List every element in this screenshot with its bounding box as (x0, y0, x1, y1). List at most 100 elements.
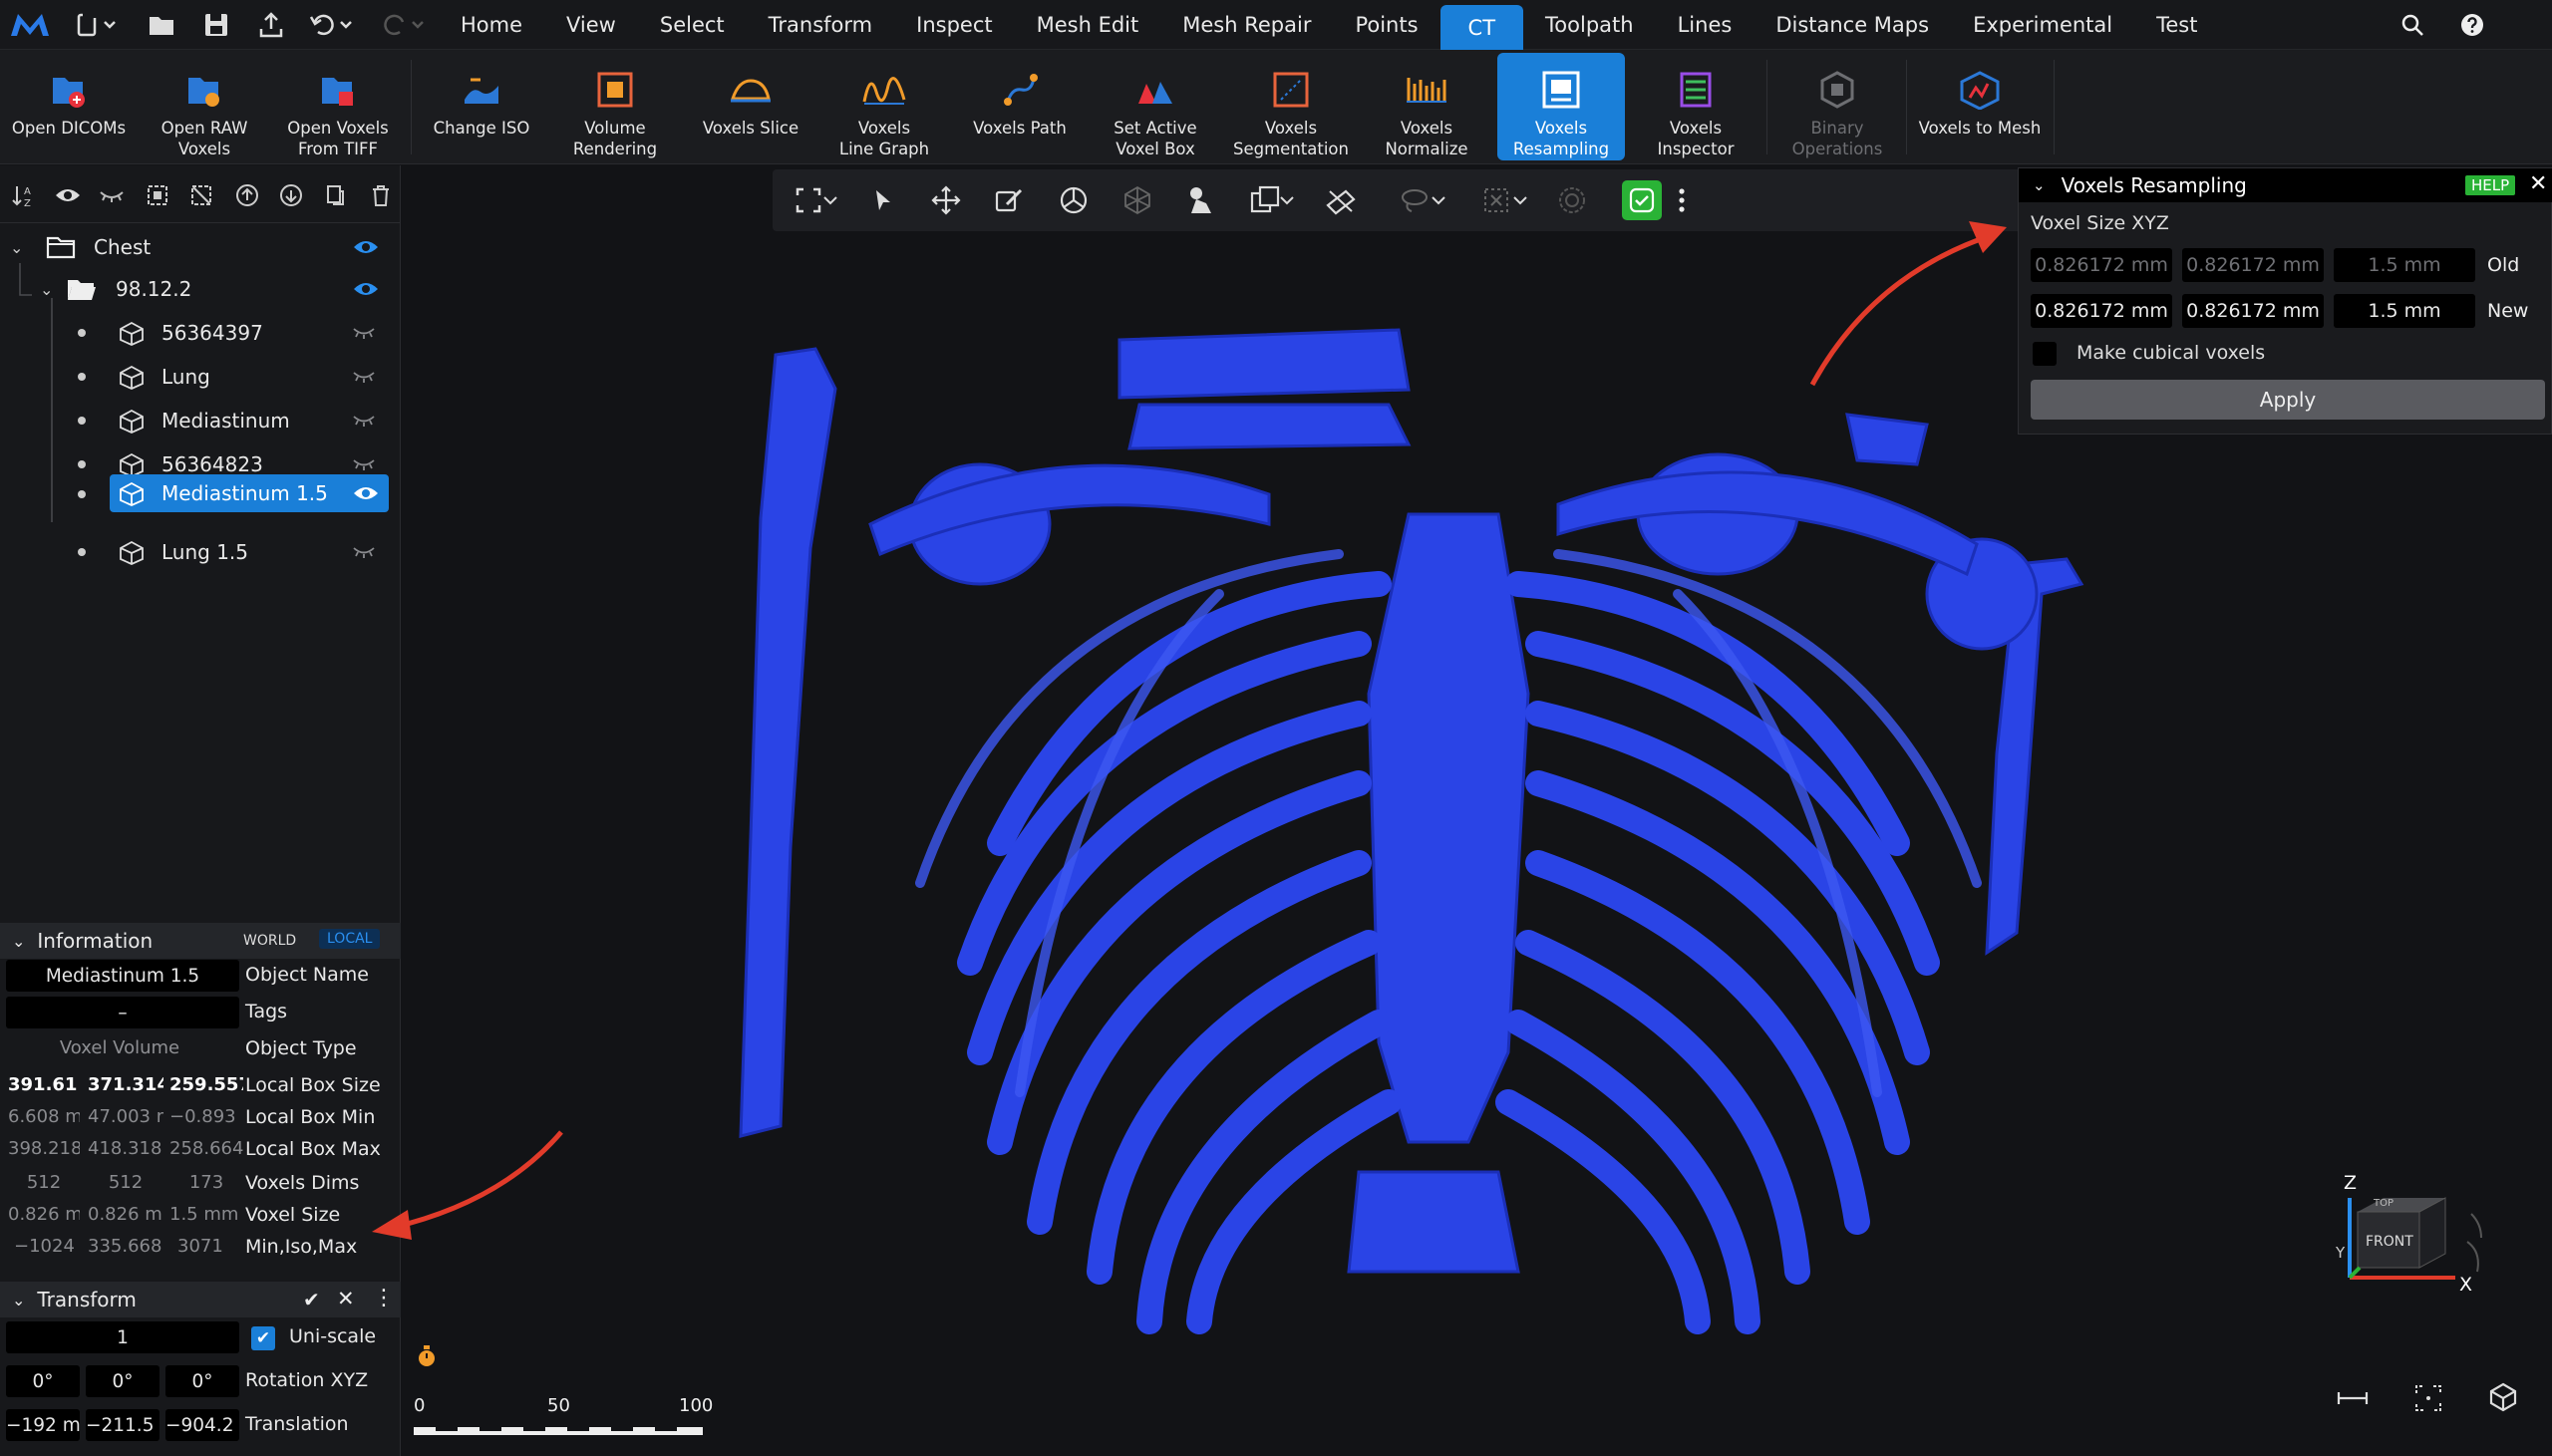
tree-item-chest[interactable]: ⌄ Chest (10, 227, 394, 267)
chevron-down-icon[interactable]: ⌄ (10, 238, 30, 257)
show-all-icon[interactable] (54, 181, 82, 209)
pointer-icon[interactable] (864, 182, 900, 218)
move-icon[interactable] (928, 182, 964, 218)
help-icon[interactable] (2457, 10, 2487, 40)
new-file-icon[interactable] (72, 10, 122, 40)
apply-button[interactable]: Apply (2031, 380, 2545, 420)
new-voxel-size-z[interactable]: 1.5 mm (2334, 294, 2475, 328)
redo-icon[interactable] (379, 10, 431, 40)
search-icon[interactable] (2397, 10, 2427, 40)
hidden-eye-icon[interactable] (349, 409, 379, 433)
open-folder-icon[interactable] (145, 10, 178, 40)
voxels-inspector-button[interactable]: Voxels Inspector (1629, 50, 1762, 164)
set-active-voxel-box-button[interactable]: Set Active Voxel Box (1089, 50, 1222, 164)
binary-operations-button[interactable]: Binary Operations (1770, 50, 1904, 164)
more-options-icon[interactable] (1670, 182, 1694, 218)
translation-x-field[interactable]: −192 mn (6, 1409, 80, 1441)
chevron-down-icon[interactable]: ⌄ (12, 1291, 25, 1310)
voxels-slice-button[interactable]: Voxels Slice (686, 50, 815, 164)
uniscale-checkbox[interactable]: ✔ (251, 1326, 275, 1350)
change-iso-button[interactable]: Change ISO (417, 50, 546, 164)
translation-y-field[interactable]: −211.5 n (86, 1409, 160, 1441)
rotation-y-field[interactable]: 0° (86, 1365, 160, 1397)
voxels-resampling-button[interactable]: Voxels Resampling (1497, 53, 1625, 160)
help-button[interactable]: HELP (2465, 175, 2516, 195)
wireframe-icon[interactable] (1119, 182, 1155, 218)
shading-icon[interactable] (1183, 182, 1219, 218)
sort-az-icon[interactable]: AZ (10, 181, 38, 209)
copy-icon[interactable] (321, 181, 349, 209)
tab-transform[interactable]: Transform (747, 0, 894, 50)
tab-toolpath[interactable]: Toolpath (1523, 0, 1656, 50)
tab-mesh-edit[interactable]: Mesh Edit (1015, 0, 1161, 50)
voxels-segmentation-button[interactable]: Voxels Segmentation (1224, 50, 1358, 164)
measure-icon[interactable] (2336, 1383, 2370, 1413)
voxels-line-graph-button[interactable]: Voxels Line Graph (819, 50, 949, 164)
hidden-eye-icon[interactable] (349, 452, 379, 476)
chevron-down-icon[interactable] (1427, 182, 1450, 218)
chevron-down-icon[interactable]: ⌄ (2033, 176, 2046, 194)
new-voxel-size-x[interactable]: 0.826172 mm (2031, 294, 2172, 328)
tab-experimental[interactable]: Experimental (1951, 0, 2134, 50)
hidden-eye-icon[interactable] (349, 540, 379, 564)
local-toggle[interactable]: LOCAL (319, 929, 381, 949)
voxels-to-mesh-button[interactable]: Voxels to Mesh (1908, 50, 2052, 164)
volume-rendering-button[interactable]: Volume Rendering (548, 50, 682, 164)
open-voxels-tiff-button[interactable]: Open Voxels From TIFF (271, 50, 405, 164)
tree-item-mediastinum[interactable]: Mediastinum (78, 401, 387, 440)
new-voxel-size-y[interactable]: 0.826172 mm (2182, 294, 2324, 328)
projection-cube-icon[interactable] (2485, 1379, 2521, 1415)
tab-distance-maps[interactable]: Distance Maps (1754, 0, 1951, 50)
voxels-normalize-button[interactable]: Voxels Normalize (1360, 50, 1493, 164)
hidden-eye-icon[interactable] (349, 321, 379, 345)
view-cube[interactable]: Z Y X TOP FRONT (2336, 1172, 2503, 1321)
tab-test[interactable]: Test (2134, 0, 2219, 50)
tab-mesh-repair[interactable]: Mesh Repair (1160, 0, 1333, 50)
chevron-down-icon[interactable] (1508, 182, 1532, 218)
view-cube-front[interactable]: FRONT (2366, 1234, 2413, 1250)
save-icon[interactable] (199, 10, 233, 40)
tab-select[interactable]: Select (638, 0, 747, 50)
close-icon[interactable]: ✕ (2529, 171, 2547, 196)
rotate-view-icon[interactable] (1056, 182, 1092, 218)
app-logo-icon[interactable] (8, 8, 52, 42)
voxels-path-button[interactable]: Voxels Path (955, 50, 1085, 164)
tab-ct[interactable]: CT (1439, 5, 1524, 50)
export-icon[interactable] (254, 10, 288, 40)
tree-item-mediastinum-1-5[interactable]: Mediastinum 1.5 (110, 474, 389, 512)
chevron-down-icon[interactable] (1275, 182, 1299, 218)
world-toggle[interactable]: WORLD (237, 931, 302, 951)
scale-field[interactable]: 1 (6, 1321, 239, 1353)
move-down-icon[interactable] (277, 181, 305, 209)
visibility-eye-icon[interactable] (351, 481, 381, 505)
translation-z-field[interactable]: −904.2 n (165, 1409, 239, 1441)
tree-item-98-12-2[interactable]: ⌄ 98.12.2 (40, 269, 394, 309)
select-all-icon[interactable] (144, 181, 171, 209)
check-icon[interactable]: ✔ (303, 1288, 320, 1311)
tree-item-lung[interactable]: Lung (78, 357, 387, 397)
edit-object-icon[interactable] (992, 182, 1028, 218)
confirm-icon[interactable] (1622, 180, 1662, 220)
rotation-x-field[interactable]: 0° (6, 1365, 80, 1397)
rotation-z-field[interactable]: 0° (165, 1365, 239, 1397)
hidden-eye-icon[interactable] (349, 365, 379, 389)
information-header[interactable]: ⌄ Information WORLD LOCAL (0, 923, 401, 959)
open-dicoms-button[interactable]: Open DICOMs (0, 50, 138, 164)
tab-lines[interactable]: Lines (1656, 0, 1754, 50)
object-name-field[interactable]: Mediastinum 1.5 (6, 960, 239, 992)
tree-item-56364397[interactable]: 56364397 (78, 313, 387, 353)
cubical-voxels-checkbox[interactable] (2033, 342, 2057, 366)
deselect-icon[interactable] (187, 181, 215, 209)
tags-field[interactable]: – (6, 997, 239, 1028)
target-icon[interactable] (1554, 182, 1590, 218)
move-up-icon[interactable] (233, 181, 261, 209)
tab-points[interactable]: Points (1333, 0, 1439, 50)
undo-icon[interactable] (307, 10, 359, 40)
timer-icon[interactable] (412, 1341, 442, 1371)
delete-icon[interactable] (367, 181, 395, 209)
chevron-down-icon[interactable]: ⌄ (12, 932, 25, 951)
focus-icon[interactable] (2411, 1381, 2445, 1415)
tree-item-lung-1-5[interactable]: Lung 1.5 (78, 532, 387, 572)
tab-home[interactable]: Home (439, 0, 544, 50)
tab-view[interactable]: View (544, 0, 638, 50)
